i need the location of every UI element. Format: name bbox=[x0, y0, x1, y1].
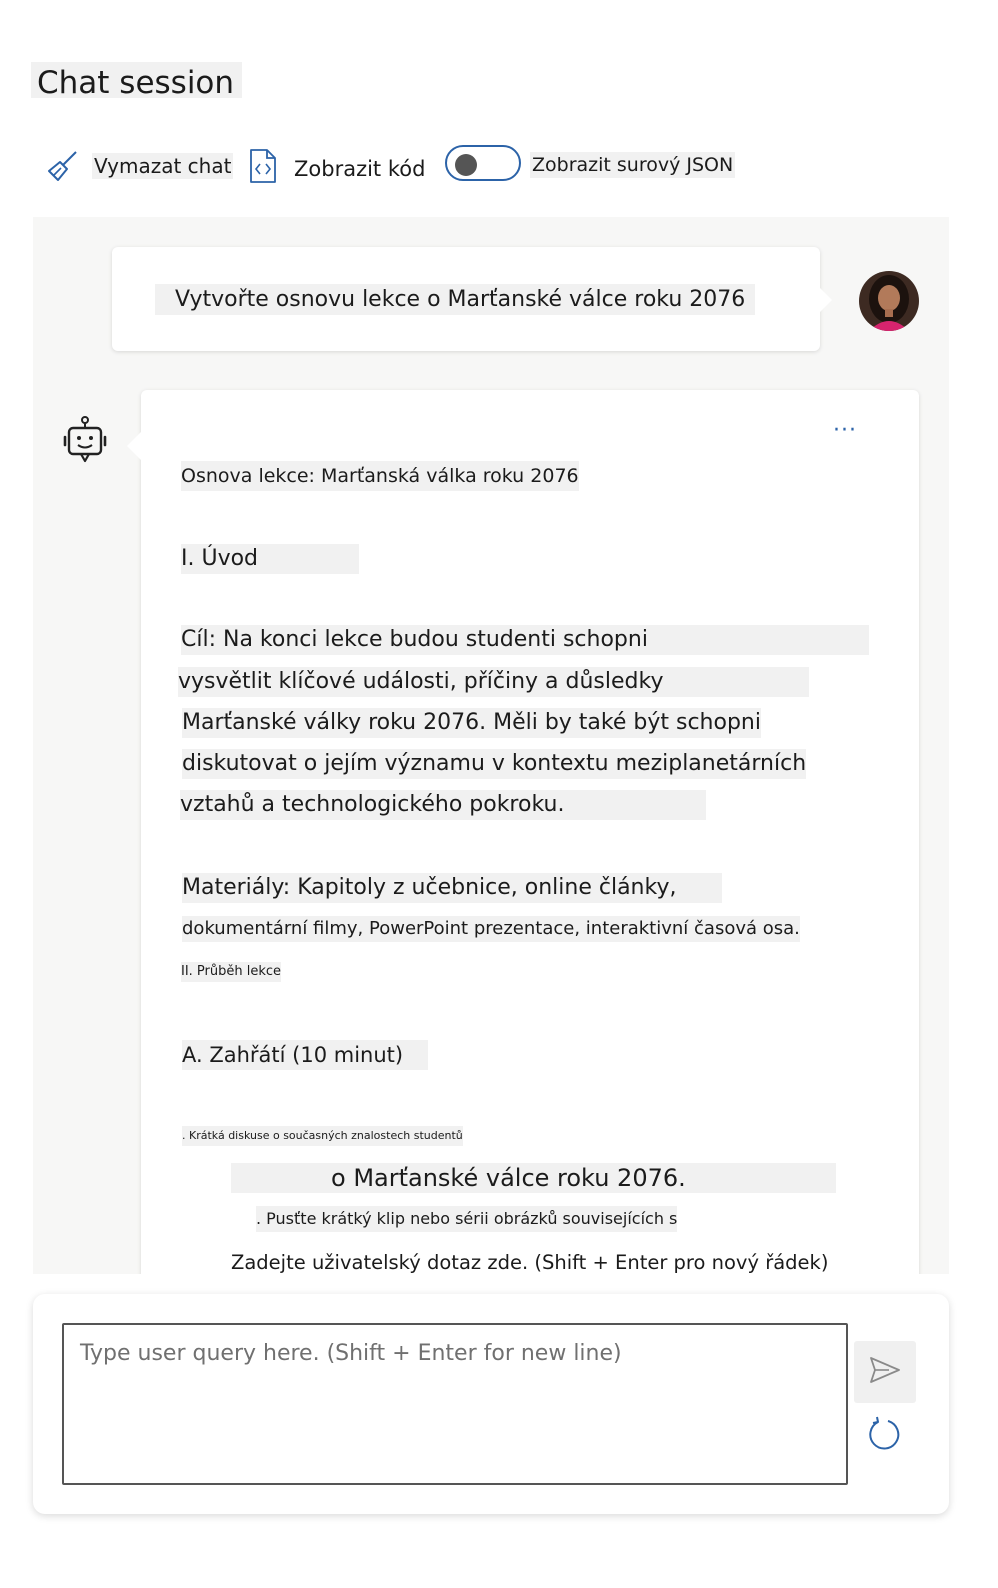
bot-line: diskutovat o jejím významu v kontextu me… bbox=[182, 749, 807, 779]
chat-session-page: Chat session Vymazat chat Zobrazit kód Z… bbox=[0, 0, 998, 1588]
refresh-button[interactable] bbox=[866, 1416, 902, 1452]
view-code-label: Zobrazit kód bbox=[294, 157, 426, 181]
user-message-text: Vytvořte osnovu lekce o Marťanské válce … bbox=[155, 284, 755, 315]
bot-message-bubble: ··· Osnova lekce: Marťanská válka roku 2… bbox=[127, 390, 919, 1274]
clear-chat-button[interactable]: Vymazat chat bbox=[46, 146, 234, 186]
bot-line: Osnova lekce: Marťanská válka roku 2076 bbox=[181, 461, 579, 491]
bot-line: Cíl: Na konci lekce budou studenti schop… bbox=[181, 625, 869, 655]
raw-json-toggle[interactable] bbox=[445, 145, 521, 181]
more-icon[interactable]: ··· bbox=[833, 418, 857, 443]
send-icon bbox=[869, 1356, 901, 1388]
user-message-bubble: Vytvořte osnovu lekce o Marťanské válce … bbox=[112, 247, 832, 351]
page-title: Chat session bbox=[31, 62, 243, 101]
bot-line: II. Průběh lekce bbox=[181, 962, 282, 982]
chat-history[interactable]: Vytvořte osnovu lekce o Marťanské válce … bbox=[33, 217, 949, 1274]
refresh-icon bbox=[866, 1416, 902, 1456]
toggle-knob bbox=[455, 154, 477, 176]
raw-json-label-wrap: Zobrazit surový JSON bbox=[530, 145, 736, 185]
query-input[interactable] bbox=[62, 1323, 848, 1485]
input-panel bbox=[33, 1294, 949, 1514]
bot-line: Materiály: Kapitoly z učebnice, online č… bbox=[182, 873, 722, 903]
bot-line: o Marťanské válce roku 2076. bbox=[231, 1163, 836, 1193]
bot-line: vztahů a technologického pokroku. bbox=[180, 790, 706, 820]
send-button[interactable] bbox=[854, 1341, 916, 1403]
bot-line: . Pusťte krátký klip nebo sérii obrázků … bbox=[256, 1206, 678, 1232]
bot-line: . Krátká diskuse o současných znalostech… bbox=[182, 1126, 463, 1146]
raw-json-label: Zobrazit surový JSON bbox=[530, 152, 736, 178]
avatar bbox=[859, 271, 919, 331]
bot-icon bbox=[63, 415, 107, 471]
broom-icon bbox=[46, 149, 80, 183]
bot-line: A. Zahřátí (10 minut) bbox=[182, 1040, 428, 1070]
view-code-button[interactable]: Zobrazit kód bbox=[248, 146, 427, 186]
bot-line: dokumentární filmy, PowerPoint prezentac… bbox=[182, 916, 800, 942]
clear-chat-label: Vymazat chat bbox=[92, 153, 234, 179]
code-file-icon bbox=[248, 148, 278, 184]
bot-line: I. Úvod bbox=[181, 544, 359, 574]
bot-line: Marťanské války roku 2076. Měli by také … bbox=[182, 708, 761, 738]
bot-line: vysvětlit klíčové události, příčiny a dů… bbox=[178, 667, 809, 697]
bot-line: Zadejte uživatelský dotaz zde. (Shift + … bbox=[231, 1251, 829, 1274]
